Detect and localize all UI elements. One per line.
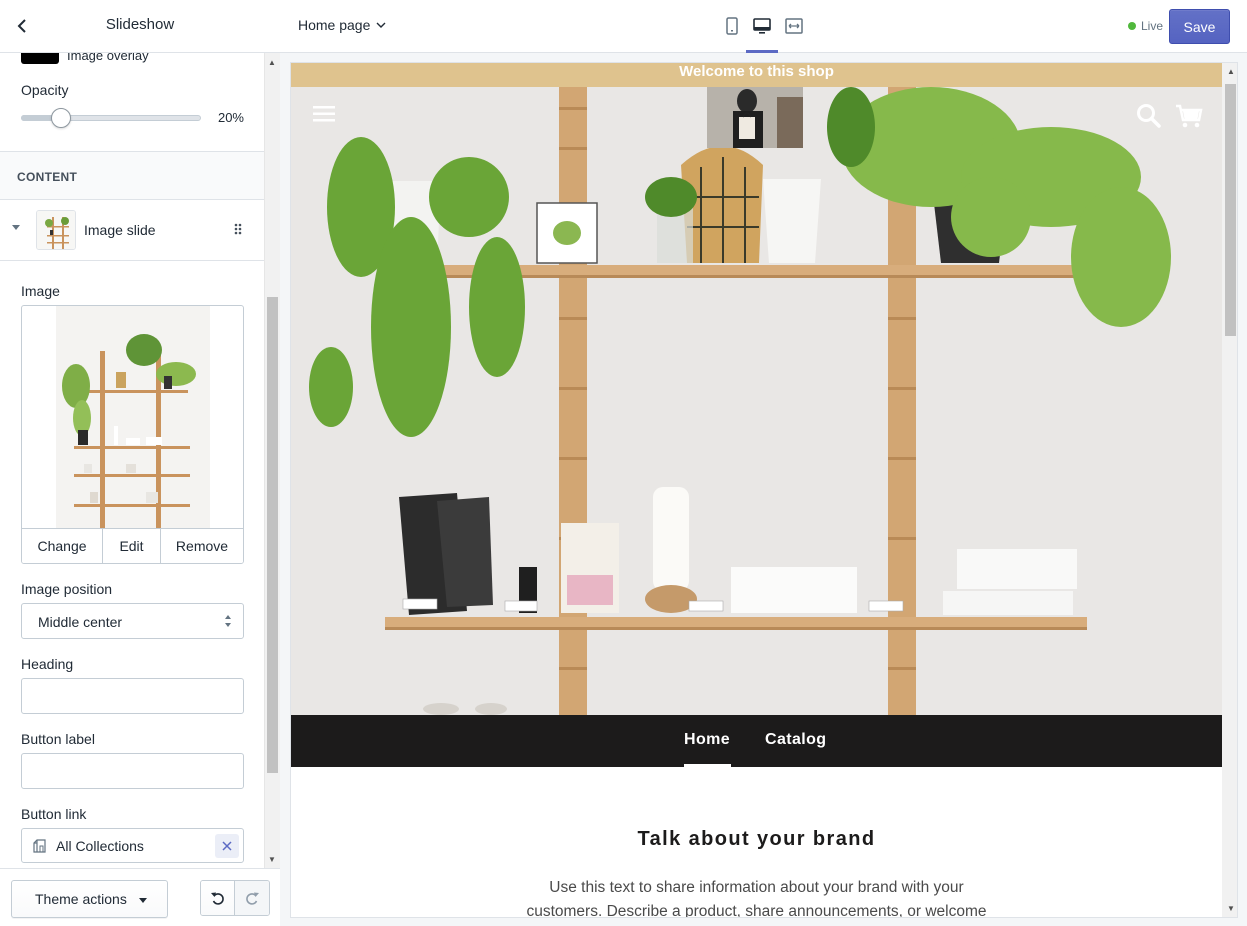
scroll-down-arrow[interactable]: ▼ (264, 855, 280, 864)
preview-area: Welcome to this shop Home Catalog Talk a… (280, 54, 1247, 926)
redo-button[interactable] (235, 881, 269, 915)
sidebar-footer: Theme actions (0, 868, 280, 926)
overlay-label: Image overlay (67, 53, 149, 63)
page-select-label: Home page (298, 17, 371, 33)
button-link-label: Button link (21, 806, 87, 822)
heading-label: Heading (21, 656, 74, 672)
chevron-down-icon (376, 22, 386, 28)
cart-icon[interactable] (1175, 103, 1203, 129)
preview-scrollbar-thumb[interactable] (1225, 84, 1236, 336)
heading-input[interactable] (21, 678, 244, 714)
change-image-button[interactable]: Change (22, 529, 103, 563)
slide-thumbnail (36, 210, 76, 250)
slideshow-hero (291, 87, 1222, 715)
overlay-color-swatch[interactable] (21, 53, 59, 64)
image-slide-block[interactable]: Image slide (0, 200, 264, 260)
preview-scroll-up-arrow[interactable]: ▲ (1223, 67, 1237, 76)
image-actions: Change Edit Remove (22, 528, 243, 563)
button-link-value: All Collections (56, 838, 144, 854)
fullwidth-icon (785, 18, 803, 34)
divider (0, 260, 264, 261)
brand-text: Use this text to share information about… (526, 879, 987, 918)
image-position-value: Middle center (38, 614, 123, 630)
active-nav-indicator (684, 764, 731, 767)
search-icon[interactable] (1136, 103, 1162, 129)
image-preview (56, 306, 210, 528)
button-label-label: Button label (21, 731, 95, 747)
live-label: Live (1141, 19, 1164, 33)
mobile-icon (726, 17, 738, 35)
select-arrows-icon (225, 615, 231, 627)
preview-scroll-down-arrow[interactable]: ▼ (1223, 904, 1237, 913)
image-overlay-setting[interactable]: Image overlay (21, 53, 149, 65)
image-picker: Change Edit Remove (21, 305, 244, 564)
close-icon (222, 841, 232, 851)
remove-image-button[interactable]: Remove (161, 529, 243, 563)
button-link-field[interactable]: All Collections (21, 828, 244, 863)
shop-logo[interactable] (707, 87, 803, 148)
caret-down-icon[interactable] (11, 222, 21, 232)
status-dot (1128, 22, 1136, 30)
content-section-label: CONTENT (17, 170, 78, 184)
undo-icon (210, 892, 224, 905)
theme-actions-label: Theme actions (35, 891, 127, 907)
hero-image (291, 87, 1222, 715)
theme-editor-sidebar: Slideshow Image overlay Opacity 20% CONT… (0, 0, 280, 926)
sidebar-header: Slideshow (0, 0, 280, 53)
brand-heading: Talk about your brand (637, 828, 876, 850)
scroll-up-arrow[interactable]: ▲ (264, 58, 280, 67)
edit-image-button[interactable]: Edit (103, 529, 161, 563)
clear-link-button[interactable] (215, 834, 239, 858)
opacity-label: Opacity (21, 82, 69, 98)
undo-redo-group (200, 880, 270, 916)
button-label-input[interactable] (21, 753, 244, 789)
save-button[interactable]: Save (1169, 9, 1230, 44)
undo-button[interactable] (201, 881, 236, 915)
store-preview: Welcome to this shop Home Catalog Talk a… (290, 62, 1238, 918)
mobile-view-button[interactable] (719, 13, 745, 39)
sidebar-title: Slideshow (105, 16, 175, 33)
slide-label: Image slide (84, 222, 156, 238)
image-position-select[interactable]: Middle center (21, 603, 244, 639)
sidebar-scroll-area: Image overlay Opacity 20% CONTENT Image … (0, 53, 280, 868)
sidebar-scrollbar-thumb[interactable] (267, 297, 278, 773)
caret-down-icon (138, 898, 147, 903)
image-label: Image (21, 283, 60, 299)
live-status: Live (1128, 19, 1163, 33)
drag-handle-icon[interactable] (232, 222, 244, 236)
desktop-icon (753, 18, 771, 34)
announcement-text: Welcome to this shop (679, 63, 834, 80)
active-view-indicator (746, 50, 778, 53)
opacity-slider-handle[interactable] (51, 108, 71, 128)
editor-topbar: Home page Live Save (280, 0, 1247, 53)
main-navigation: Home Catalog (291, 715, 1222, 767)
theme-actions-button[interactable]: Theme actions (11, 880, 168, 918)
page-select[interactable]: Home page (298, 17, 386, 33)
nav-link-home[interactable]: Home (684, 731, 730, 749)
nav-link-catalog[interactable]: Catalog (765, 731, 826, 749)
image-position-label: Image position (21, 581, 113, 597)
desktop-view-button[interactable] (749, 13, 775, 39)
collection-icon (33, 839, 46, 853)
fullwidth-view-button[interactable] (781, 13, 807, 39)
redo-icon (246, 892, 259, 905)
announcement-bar[interactable]: Welcome to this shop (291, 63, 1222, 87)
opacity-value: 20% (217, 110, 244, 125)
hamburger-icon[interactable] (313, 105, 335, 123)
